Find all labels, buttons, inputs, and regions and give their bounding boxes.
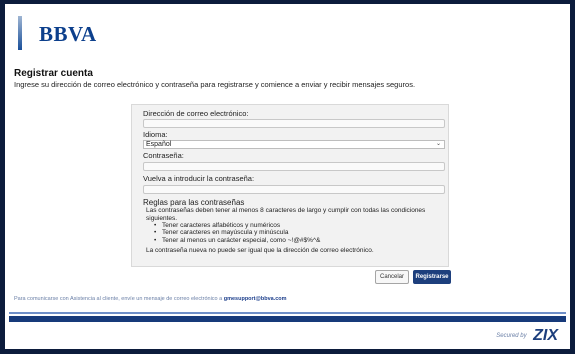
password-field[interactable]: [143, 162, 445, 171]
rule-item: Tener caracteres en mayúscula y minúscul…: [154, 229, 320, 237]
footer-band: [9, 316, 566, 322]
support-footer: Para comunicarse con Asistencia al clien…: [14, 296, 287, 302]
email-field[interactable]: [143, 119, 445, 128]
confirm-password-label: Vuelva a introducir la contraseña:: [143, 174, 255, 183]
registration-form: Dirección de correo electrónico: Idioma:…: [131, 104, 451, 284]
password-rules-list: Tener caracteres alfabéticos y numéricos…: [154, 222, 320, 244]
language-selected-value: Español: [146, 141, 172, 148]
page: BBVA Registrar cuenta Ingrese su direcci…: [5, 4, 570, 349]
page-subtitle: Ingrese su dirección de correo electróni…: [14, 80, 416, 89]
register-button[interactable]: Registrarse: [413, 270, 451, 284]
email-label: Dirección de correo electrónico:: [143, 109, 249, 118]
chevron-down-icon: ⌄: [435, 141, 441, 147]
password-rules-intro: Las contraseñas deben tener al menos 8 c…: [146, 207, 426, 222]
logo-text: BBVA: [39, 22, 97, 46]
cancel-button[interactable]: Cancelar: [375, 270, 409, 284]
rule-item: Tener al menos un carácter especial, com…: [154, 237, 320, 245]
page-title: Registrar cuenta: [14, 68, 93, 79]
window-frame: BBVA Registrar cuenta Ingrese su direcci…: [0, 0, 575, 354]
language-label: Idioma:: [143, 130, 168, 139]
support-email-link[interactable]: gmesupport@bbva.com: [224, 296, 287, 302]
confirm-password-field[interactable]: [143, 185, 445, 194]
password-label: Contraseña:: [143, 151, 184, 160]
logo-bar-graphic: [18, 16, 22, 50]
footer-divider: [9, 312, 566, 314]
password-rules-note: La contraseña nueva no puede ser igual q…: [146, 247, 374, 254]
zix-logo: ZIX: [533, 327, 558, 344]
secured-by-label: Secured by: [496, 333, 527, 339]
secured-by-zix: Secured by ZIX: [496, 327, 558, 345]
language-select[interactable]: Español ⌄: [143, 140, 445, 149]
password-rules-title: Reglas para las contraseñas: [143, 198, 245, 207]
rule-item: Tener caracteres alfabéticos y numéricos: [154, 222, 320, 230]
support-text: Para comunicarse con Asistencia al clien…: [14, 296, 223, 302]
